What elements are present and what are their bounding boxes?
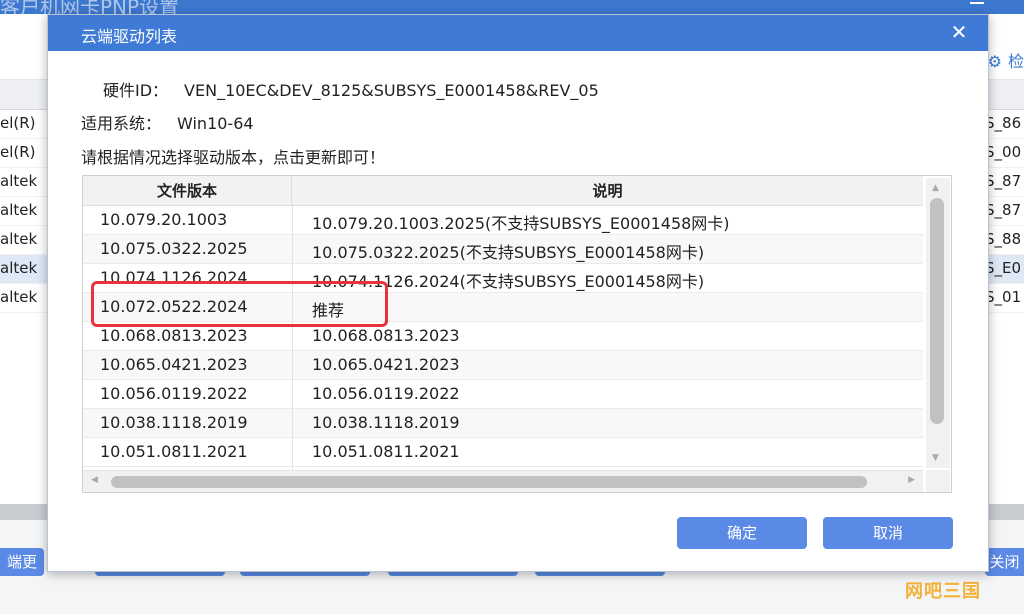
background-cloud-update-button[interactable]: 端更	[0, 548, 44, 576]
row-version: 10.072.0522.2024	[100, 297, 248, 316]
instruction-text: 请根据情况选择驱动版本，点击更新即可！	[81, 148, 386, 167]
horizontal-scroll-thumb[interactable]	[111, 476, 867, 488]
row-version: 10.051.0811.2021	[100, 442, 248, 461]
table-row[interactable]: 10.079.20.1003 10.079.20.1003.2025(不支持SU…	[83, 206, 923, 235]
background-row-id: S_87	[985, 201, 1022, 219]
ok-button[interactable]: 确定	[677, 517, 807, 549]
vertical-scrollbar[interactable]: ▲ ▼	[926, 178, 950, 468]
row-description: 10.079.20.1003.2025(不支持SUBSYS_E0001458网卡…	[312, 214, 730, 233]
dialog-header: 云端驱动列表 ✕	[48, 15, 988, 51]
os-label: 适用系统：	[81, 114, 162, 133]
minimize-icon[interactable]	[970, 2, 984, 4]
column-header-version[interactable]: 文件版本	[83, 176, 292, 206]
vertical-scroll-thumb[interactable]	[930, 198, 944, 424]
row-description: 10.056.0119.2022	[312, 384, 460, 403]
background-row-id: S_01	[985, 288, 1022, 306]
horizontal-scrollbar[interactable]: ◀ ▶	[83, 470, 923, 492]
row-version: 10.079.20.1003	[100, 210, 228, 229]
table-row[interactable]: 10.075.0322.2025 10.075.0322.2025(不支持SUB…	[83, 235, 923, 264]
table-row[interactable]: 10.056.0119.2022 10.056.0119.2022	[83, 380, 923, 409]
scroll-left-icon[interactable]: ◀	[91, 475, 98, 485]
background-row-id: S_86	[985, 114, 1022, 132]
scroll-up-icon[interactable]: ▲	[932, 183, 939, 193]
os-value: Win10-64	[177, 114, 254, 133]
cloud-driver-dialog: 云端驱动列表 ✕ 硬件ID： VEN_10EC&DEV_8125&SUBSYS_E…	[47, 14, 989, 572]
background-row-name: altek	[0, 172, 38, 190]
column-header-description[interactable]: 说明	[292, 176, 923, 206]
background-title-bar: 客户机网卡PNP设置	[0, 0, 1024, 14]
background-row-id: S_00	[985, 143, 1022, 161]
row-version: 10.065.0421.2023	[100, 355, 248, 374]
background-window-title: 客户机网卡PNP设置	[0, 0, 180, 14]
background-row-id: S_87	[985, 172, 1022, 190]
gear-icon: ⚙	[987, 52, 1002, 71]
background-row-name: altek	[0, 259, 38, 277]
scroll-down-icon[interactable]: ▼	[932, 453, 939, 463]
background-close-button[interactable]: 关闭	[985, 548, 1024, 576]
row-description: 10.074.1126.2024(不支持SUBSYS_E0001458网卡)	[312, 272, 705, 291]
close-icon[interactable]: ✕	[946, 19, 972, 45]
scrollbar-corner	[926, 470, 950, 492]
background-check-link[interactable]: ⚙ 检	[988, 48, 1024, 72]
os-line: 适用系统： Win10-64	[81, 110, 254, 134]
background-row-name: altek	[0, 288, 38, 306]
table-row-recommended[interactable]: 10.072.0522.2024 推荐	[83, 293, 923, 322]
scroll-right-icon[interactable]: ▶	[908, 475, 915, 485]
background-row-name: el(R)	[0, 143, 36, 161]
row-description: 10.065.0421.2023	[312, 355, 460, 374]
table-row[interactable]: 10.074.1126.2024 10.074.1126.2024(不支持SUB…	[83, 264, 923, 293]
cancel-button[interactable]: 取消	[823, 517, 953, 549]
row-version: 10.068.0813.2023	[100, 326, 248, 345]
table-row[interactable]: 10.068.0813.2023 10.068.0813.2023	[83, 322, 923, 351]
row-description: 推荐	[312, 301, 345, 320]
watermark-logo: 网吧三国	[905, 581, 981, 602]
dialog-title: 云端驱动列表	[81, 27, 178, 46]
background-row-name: el(R)	[0, 114, 36, 132]
background-row-id: S_88	[985, 230, 1022, 248]
row-version: 10.075.0322.2025	[100, 239, 248, 258]
row-description: 10.051.0811.2021	[312, 442, 460, 461]
row-version: 10.074.1126.2024	[100, 268, 248, 287]
table-row[interactable]: 10.065.0421.2023 10.065.0421.2023	[83, 351, 923, 380]
hardware-id-value: VEN_10EC&DEV_8125&SUBSYS_E0001458&REV_05	[184, 81, 599, 100]
hardware-id-line: 硬件ID： VEN_10EC&DEV_8125&SUBSYS_E0001458&R…	[103, 77, 599, 101]
driver-table: 文件版本 说明 10.079.20.1003 10.079.20.1003.20…	[82, 175, 952, 493]
column-divider	[292, 206, 293, 470]
background-row-name: altek	[0, 201, 38, 219]
hardware-id-label: 硬件ID：	[103, 81, 169, 100]
background-row-name: altek	[0, 230, 38, 248]
row-description: 10.075.0322.2025(不支持SUBSYS_E0001458网卡)	[312, 243, 705, 262]
table-row[interactable]: 10.038.1118.2019 10.038.1118.2019	[83, 409, 923, 438]
row-description: 10.038.1118.2019	[312, 413, 460, 432]
background-row-id: S_E0	[985, 259, 1022, 277]
row-version: 10.038.1118.2019	[100, 413, 248, 432]
row-description: 10.068.0813.2023	[312, 326, 460, 345]
table-row[interactable]: 10.051.0811.2021 10.051.0811.2021	[83, 438, 923, 467]
row-version: 10.056.0119.2022	[100, 384, 248, 403]
